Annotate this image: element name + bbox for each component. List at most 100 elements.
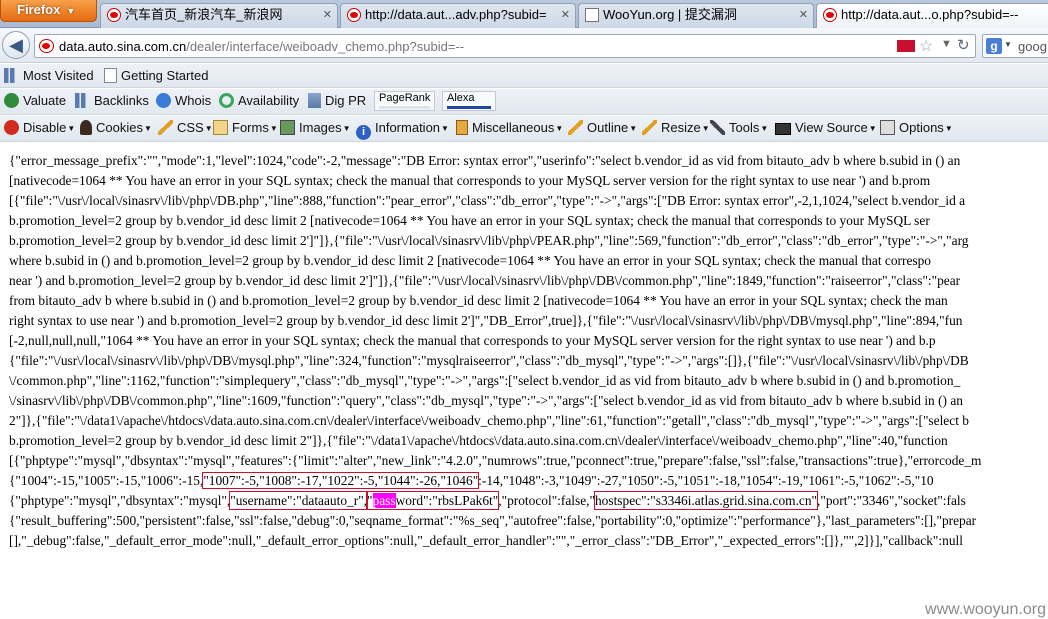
disable-icon: [4, 120, 19, 135]
site-identity-icon[interactable]: [39, 39, 54, 53]
dig-pr-icon: [308, 93, 321, 108]
url-bar[interactable]: data.auto.sina.com.cn/dealer/interface/w…: [34, 34, 976, 58]
close-icon[interactable]: ✕: [323, 4, 332, 26]
content-line: b.promotion_level=2 group by b.vendor_id…: [9, 433, 948, 448]
content-line: \/common.php","line":1162,"function":"si…: [9, 373, 961, 388]
history-dropdown-icon[interactable]: ▼: [941, 38, 952, 50]
chevron-down-icon: ▼: [441, 124, 449, 133]
bookmark-star-icon[interactable]: ☆: [919, 36, 933, 56]
chevron-down-icon: ▼: [143, 124, 152, 133]
valuate-label: Valuate: [23, 93, 67, 108]
seo-toolbar: Valuate Backlinks Whois Availability Dig…: [0, 89, 1048, 115]
outline-menu[interactable]: Outline▼: [568, 116, 637, 141]
miscellaneous-menu[interactable]: Miscellaneous▼: [456, 116, 563, 141]
chevron-down-icon: ▼: [555, 124, 564, 133]
search-text: goog: [1018, 39, 1047, 54]
options-label: Options: [899, 120, 944, 135]
reload-icon[interactable]: ↻: [957, 36, 970, 54]
pagerank-widget[interactable]: PageRank: [374, 91, 436, 111]
content-line: near ') and b.promotion_level=2 group by…: [9, 273, 961, 288]
valuate-button[interactable]: Valuate: [4, 89, 66, 113]
tools-menu[interactable]: Tools▼: [710, 116, 768, 141]
tab-sina-auto[interactable]: 汽车首页_新浪汽车_新浪网 ✕: [100, 3, 338, 28]
chevron-down-icon: ▼: [342, 124, 351, 133]
url-path: /dealer/interface/weiboadv_chemo.php?sub…: [186, 39, 465, 54]
back-arrow-icon: ◀: [9, 35, 23, 55]
options-menu[interactable]: Options▼: [880, 116, 953, 141]
content-line: from bitauto_adv b where b.subid in () a…: [9, 293, 948, 308]
resize-menu[interactable]: Resize▼: [642, 116, 710, 141]
tab-wooyun[interactable]: WooYun.org | 提交漏洞 ✕: [578, 3, 814, 28]
dollar-icon: [4, 93, 19, 108]
view-source-icon: [775, 123, 791, 135]
highlight-box-hostspec: [593, 491, 819, 510]
cred-suffix: ,"port":"3346","socket":fals: [817, 493, 966, 508]
flag-icon[interactable]: [897, 40, 915, 52]
alexa-widget[interactable]: Alexa: [442, 91, 496, 111]
cred-mid: ,"protocol":false,": [498, 493, 595, 508]
backlinks-label: Backlinks: [94, 93, 149, 108]
bookmark-most-visited[interactable]: Most Visited: [4, 64, 94, 88]
tab-data-auto-adv[interactable]: http://data.aut...adv.php?subid= ✕: [340, 3, 576, 28]
chevron-down-icon: ▼: [67, 124, 76, 133]
cookies-label: Cookies: [96, 120, 143, 135]
watermark: www.wooyun.org: [925, 601, 1046, 618]
dig-pr-button[interactable]: Dig PR: [308, 89, 366, 113]
content-line: b.promotion_level=2 group by b.vendor_id…: [9, 213, 930, 228]
back-button[interactable]: ◀: [2, 31, 30, 59]
chevron-down-icon: ▼: [629, 124, 638, 133]
alexa-bar: [447, 106, 491, 109]
content-line: {"error_message_prefix":"","mode":1,"lev…: [9, 153, 961, 168]
whois-button[interactable]: Whois: [156, 89, 211, 113]
close-icon[interactable]: ✕: [561, 4, 570, 26]
search-engine-dropdown-icon[interactable]: ▼: [1004, 40, 1012, 49]
cookie-icon: [80, 120, 92, 135]
alexa-label: Alexa: [447, 92, 475, 104]
forms-menu[interactable]: Forms▼: [213, 116, 278, 141]
css-menu[interactable]: CSS▼: [158, 116, 213, 141]
sina-icon: [823, 8, 837, 22]
whois-icon: [156, 93, 171, 108]
resize-label: Resize: [661, 120, 701, 135]
firefox-menu-button[interactable]: Firefox ▼: [0, 0, 97, 22]
google-icon[interactable]: g: [986, 38, 1002, 54]
backlinks-button[interactable]: Backlinks: [75, 89, 149, 113]
search-bar[interactable]: g ▼ goog: [982, 34, 1048, 58]
miscellaneous-icon: [456, 120, 468, 135]
pagerank-label: PageRank: [379, 92, 431, 104]
highlight-box-errorcode: [202, 472, 480, 489]
bookmark-getting-started[interactable]: Getting Started: [104, 64, 208, 88]
url-host: data.auto.sina.com.cn: [59, 39, 187, 54]
chevron-down-icon: ▼: [204, 124, 213, 133]
page-icon: [585, 8, 599, 22]
content-line: {"file":"\/usr\/local\/sinasrv\/lib\/php…: [9, 353, 969, 368]
miscellaneous-label: Miscellaneous: [472, 120, 555, 135]
tools-label: Tools: [729, 120, 760, 135]
page-icon: [104, 68, 117, 83]
tools-icon: [710, 120, 725, 135]
content-line: right syntax to use near ') and b.promot…: [9, 313, 963, 328]
bookmark-label: Getting Started: [121, 68, 209, 83]
information-menu[interactable]: i Information▼: [356, 116, 449, 141]
images-label: Images: [299, 120, 342, 135]
availability-button[interactable]: Availability: [219, 89, 299, 113]
sina-icon: [107, 8, 121, 22]
view-source-menu[interactable]: View Source▼: [775, 116, 877, 141]
forms-icon: [213, 120, 228, 135]
bookmarks-toolbar: Most Visited Getting Started: [0, 64, 1048, 88]
dig-pr-label: Dig PR: [325, 93, 367, 108]
cookies-menu[interactable]: Cookies▼: [80, 116, 152, 141]
css-label: CSS: [177, 120, 204, 135]
chevron-down-icon: ▼: [868, 124, 877, 133]
most-visited-icon: [4, 68, 19, 83]
tab-data-auto-chemo[interactable]: http://data.aut...o.php?subid=--: [816, 3, 1048, 29]
content-line: [-2,null,null,null,"1064 ** You have an …: [9, 333, 936, 348]
chevron-down-icon: ▼: [760, 124, 769, 133]
disable-menu[interactable]: Disable▼: [4, 116, 75, 141]
resize-icon: [642, 120, 657, 135]
navigation-bar: ◀ data.auto.sina.com.cn/dealer/interface…: [0, 28, 1048, 63]
content-line: [nativecode=1064 ** You have an error in…: [9, 173, 931, 188]
highlight-box-password: [366, 491, 500, 510]
images-menu[interactable]: Images▼: [280, 116, 351, 141]
close-icon[interactable]: ✕: [799, 4, 808, 26]
